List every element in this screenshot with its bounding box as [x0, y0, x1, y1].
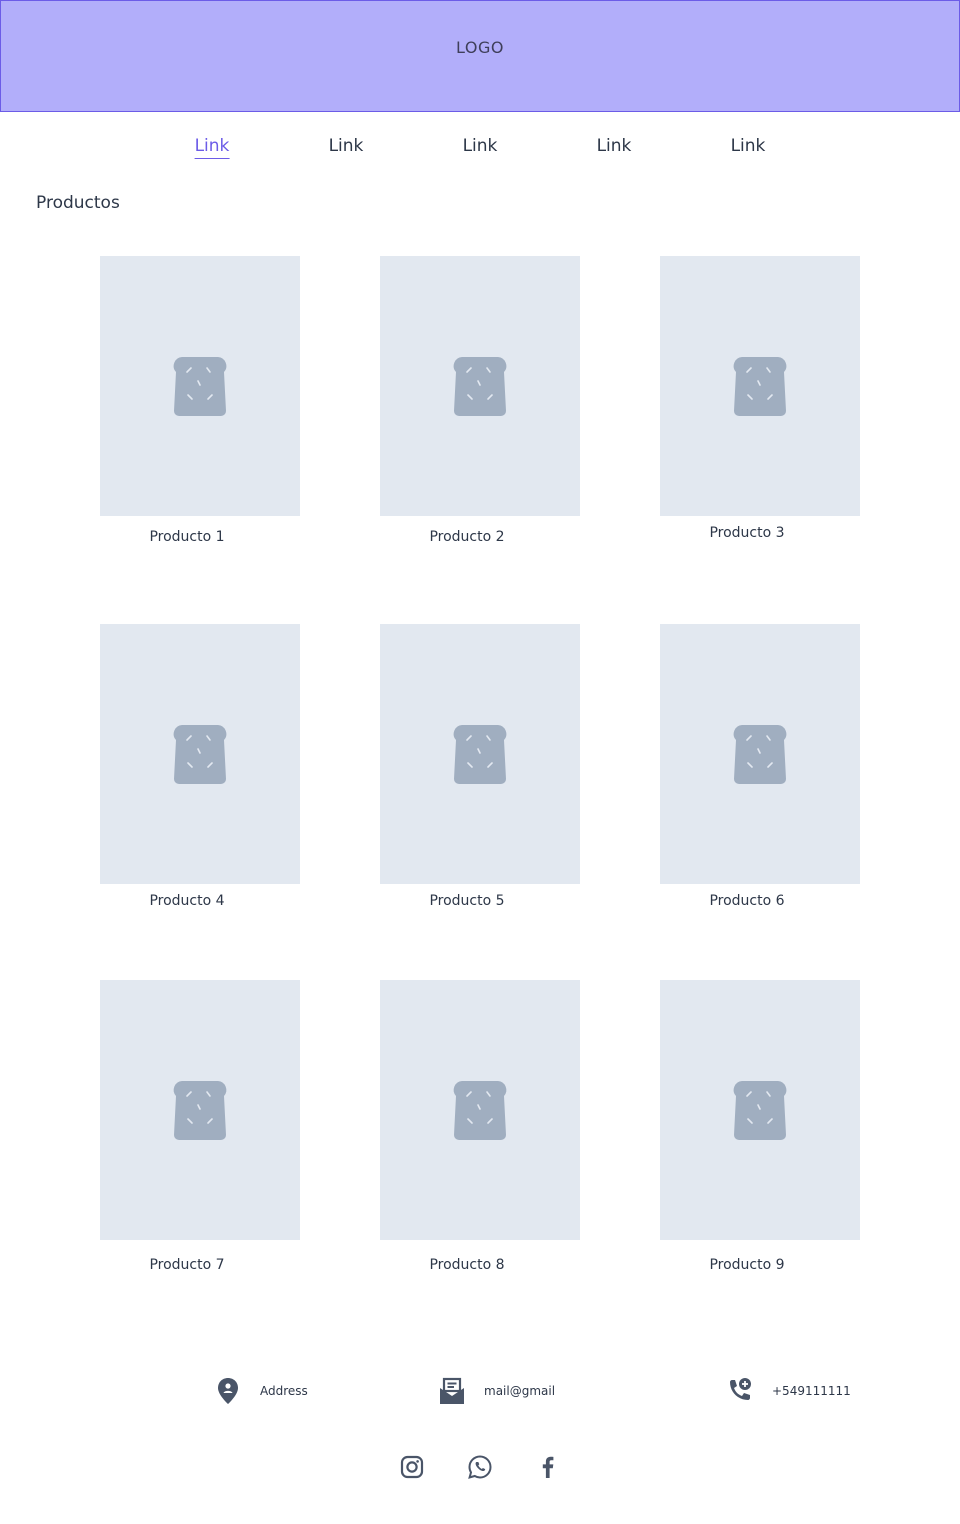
phone-add-icon [730, 1378, 751, 1400]
product-image[interactable] [660, 624, 860, 884]
site-header: LOGO [0, 0, 960, 112]
product-label[interactable]: Producto 2 [429, 529, 504, 545]
facebook-icon[interactable] [535, 1454, 561, 1480]
email-text[interactable]: mail@gmail [484, 1384, 555, 1398]
product-image[interactable] [100, 624, 300, 884]
product-label[interactable]: Producto 8 [429, 1257, 504, 1273]
toast-bread-icon [453, 725, 507, 784]
product-label[interactable]: Producto 5 [429, 893, 504, 909]
nav-link-2[interactable]: Link [329, 136, 364, 158]
product-image[interactable] [100, 980, 300, 1240]
product-image[interactable] [660, 980, 860, 1240]
toast-bread-icon [733, 357, 787, 416]
product-image[interactable] [380, 256, 580, 516]
toast-bread-icon [173, 725, 227, 784]
product-label[interactable]: Producto 3 [709, 525, 784, 541]
whatsapp-icon[interactable] [467, 1454, 493, 1480]
section-title: Productos [36, 193, 120, 213]
nav-link-4[interactable]: Link [597, 136, 632, 158]
product-label[interactable]: Producto 7 [149, 1257, 224, 1273]
instagram-icon[interactable] [399, 1454, 425, 1480]
product-image[interactable] [660, 256, 860, 516]
contact-email: mail@gmail [438, 1376, 555, 1406]
product-image[interactable] [380, 624, 580, 884]
product-label[interactable]: Producto 1 [149, 529, 224, 545]
nav-link-3[interactable]: Link [463, 136, 498, 158]
contact-address: Address [216, 1376, 308, 1406]
product-label[interactable]: Producto 6 [709, 893, 784, 909]
phone-text[interactable]: +549111111 [772, 1384, 851, 1398]
product-label[interactable]: Producto 4 [149, 893, 224, 909]
toast-bread-icon [453, 1081, 507, 1140]
nav-link-5[interactable]: Link [731, 136, 766, 158]
toast-bread-icon [733, 1081, 787, 1140]
toast-bread-icon [173, 357, 227, 416]
mail-icon [440, 1377, 464, 1404]
nav-link-1[interactable]: Link [194, 136, 230, 159]
location-pin-icon [218, 1378, 238, 1404]
contact-phone: +549111111 [726, 1376, 851, 1406]
product-image[interactable] [380, 980, 580, 1240]
product-label[interactable]: Producto 9 [709, 1257, 784, 1273]
main-nav: Link Link Link Link Link [0, 136, 960, 166]
toast-bread-icon [733, 725, 787, 784]
toast-bread-icon [453, 357, 507, 416]
product-image[interactable] [100, 256, 300, 516]
toast-bread-icon [173, 1081, 227, 1140]
address-text[interactable]: Address [260, 1384, 308, 1398]
logo[interactable]: LOGO [456, 38, 504, 57]
